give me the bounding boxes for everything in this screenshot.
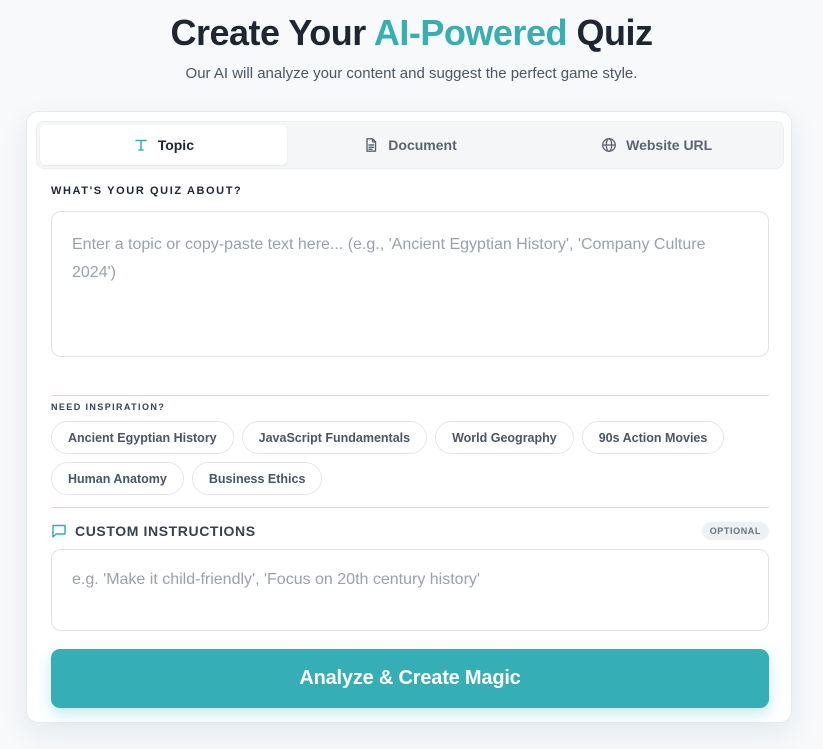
custom-instructions-label: CUSTOM INSTRUCTIONS [75, 523, 256, 539]
message-square-icon [51, 523, 67, 539]
tab-document[interactable]: Document [287, 125, 534, 165]
tab-topic-label: Topic [157, 137, 194, 153]
page: Create Your AI-Powered Quiz Our AI will … [0, 0, 823, 749]
chip-world-geography[interactable]: World Geography [435, 421, 574, 454]
chip-human-anatomy[interactable]: Human Anatomy [51, 462, 184, 495]
analyze-create-button[interactable]: Analyze & Create Magic [51, 649, 769, 708]
chip-90s-action-movies[interactable]: 90s Action Movies [581, 421, 725, 454]
page-subtitle: Our AI will analyze your content and sug… [185, 65, 638, 82]
inspiration-chips: Ancient Egyptian History JavaScript Fund… [51, 421, 751, 495]
quiz-form-card: Topic Document Website URL WHAT'S YOUR Q… [26, 111, 792, 723]
tab-website-url[interactable]: Website URL [533, 125, 780, 165]
topic-input[interactable] [51, 211, 769, 357]
source-tabs: Topic Document Website URL [36, 121, 784, 169]
document-icon [363, 137, 379, 153]
chip-business-ethics[interactable]: Business Ethics [191, 462, 323, 495]
text-icon [133, 137, 149, 153]
custom-instructions-header: CUSTOM INSTRUCTIONS OPTIONAL [51, 521, 769, 541]
divider [51, 395, 769, 396]
optional-badge: OPTIONAL [701, 522, 769, 540]
chip-ancient-egyptian-history[interactable]: Ancient Egyptian History [51, 421, 234, 454]
chip-javascript-fundamentals[interactable]: JavaScript Fundamentals [241, 421, 428, 454]
topic-label: WHAT'S YOUR QUIZ ABOUT? [51, 185, 243, 197]
globe-icon [601, 137, 617, 153]
custom-instructions-input[interactable] [51, 549, 769, 631]
divider [51, 507, 769, 508]
page-title: Create Your AI-Powered Quiz [0, 12, 823, 54]
title-accent: AI-Powered [373, 12, 568, 53]
title-suffix: Quiz [576, 12, 653, 53]
tab-topic[interactable]: Topic [40, 125, 287, 165]
tab-website-url-label: Website URL [626, 137, 713, 153]
title-prefix: Create Your [170, 12, 367, 53]
inspiration-label: NEED INSPIRATION? [51, 402, 166, 412]
tab-document-label: Document [388, 137, 457, 153]
